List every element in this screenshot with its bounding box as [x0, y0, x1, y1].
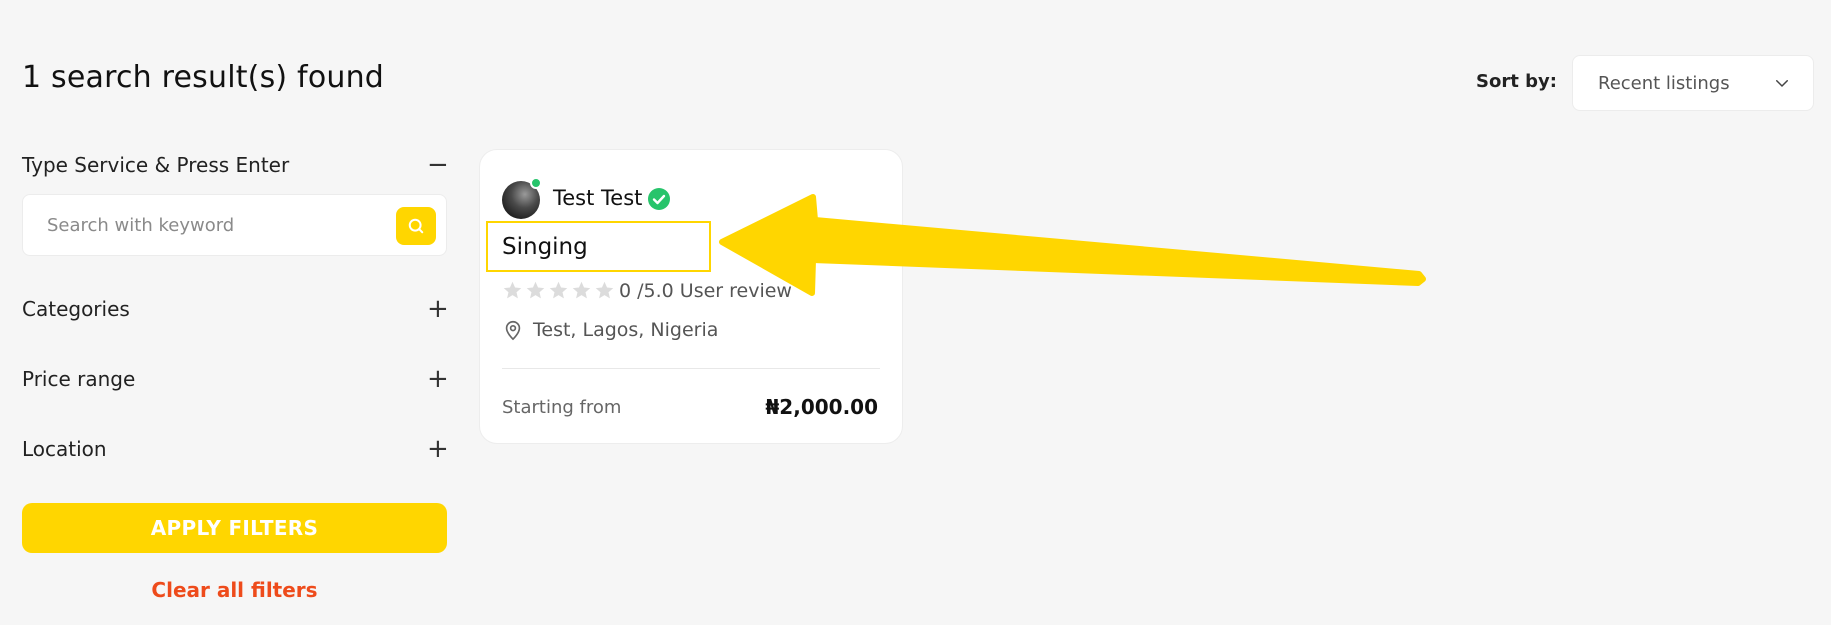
search-filter-title: Type Service & Press Enter [22, 153, 290, 177]
rating-text: 0 /5.0 User review [619, 280, 792, 302]
price: ₦2,000.00 [765, 395, 878, 419]
search-icon [408, 218, 424, 234]
location-text: Test, Lagos, Nigeria [533, 319, 719, 341]
expand-toggle[interactable]: + [427, 436, 449, 462]
star-icon [595, 281, 614, 299]
service-title[interactable]: Singing [502, 234, 588, 260]
sort-label: Sort by: [1476, 71, 1557, 92]
filter-location-label: Location [22, 437, 107, 461]
filter-price-range-label: Price range [22, 367, 136, 391]
apply-filters-button[interactable]: APPLY FILTERS [22, 503, 447, 553]
filter-categories[interactable]: Categories + [22, 296, 449, 322]
star-icon [572, 281, 591, 299]
filter-price-range[interactable]: Price range + [22, 366, 449, 392]
map-pin-icon [505, 320, 521, 341]
sort-selected-value: Recent listings [1598, 72, 1730, 94]
rating-stars [502, 280, 615, 301]
star-icon [549, 281, 568, 299]
star-icon [503, 281, 522, 299]
results-title: 1 search result(s) found [22, 60, 385, 95]
expand-toggle[interactable]: + [427, 366, 449, 392]
expand-toggle[interactable]: + [427, 296, 449, 322]
divider [502, 368, 880, 369]
starting-from-label: Starting from [502, 397, 622, 418]
seller-name[interactable]: Test Test [553, 186, 642, 210]
verified-check-icon [648, 188, 670, 210]
clear-filters-link[interactable]: Clear all filters [22, 578, 447, 602]
filter-location[interactable]: Location + [22, 436, 449, 462]
search-input[interactable] [47, 195, 377, 255]
sort-select[interactable]: Recent listings [1572, 55, 1814, 111]
chevron-down-icon [1776, 80, 1788, 87]
online-status-dot [530, 177, 542, 189]
search-filter-header[interactable]: Type Service & Press Enter − [22, 152, 449, 178]
search-button[interactable] [396, 207, 436, 245]
filter-categories-label: Categories [22, 297, 130, 321]
search-box [22, 194, 447, 256]
service-card[interactable]: Test Test Singing 0 /5.0 User review Tes… [479, 149, 903, 444]
collapse-toggle[interactable]: − [427, 152, 449, 178]
star-icon [526, 281, 545, 299]
